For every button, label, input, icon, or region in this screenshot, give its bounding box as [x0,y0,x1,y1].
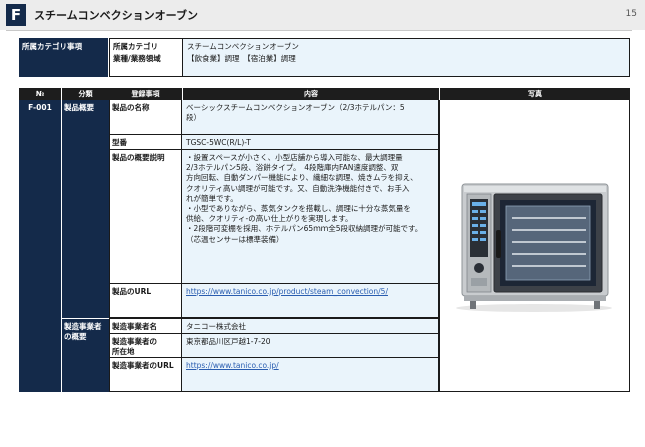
product-url-link[interactable]: https://www.tanico.co.jp/product/steam_c… [186,287,436,297]
page-number: 15 [625,9,637,19]
photo-cell [439,100,630,392]
row-key-product-url: 製品のURL [109,284,182,318]
maker-address-key-line: 所在地 [112,347,135,356]
row-key-model: 型番 [109,135,182,150]
group-maker-line2: の概要 [64,332,87,341]
description-line: れが簡単です。 [186,193,238,203]
header-classification: 分類 [62,88,109,100]
category-value: スチームコンベクションオーブン [183,38,630,52]
page-title: スチームコンベクションオーブン [34,9,199,22]
slide-header: F スチームコンベクションオーブン 15 [0,0,645,31]
row-value-description: ・設置スペースが小さく、小型店舗から導入可能な、最大調理量 2/3ホテルパン5段… [182,150,439,284]
description-line: ・設置スペースが小さく、小型店舗から導入可能な、最大調理量 [186,153,403,162]
header-divider [6,30,632,31]
steam-convection-oven-photo [456,183,612,312]
group-product: 製品概要 [62,100,109,318]
row-key-maker-name: 製造事業者名 [109,318,182,334]
group-maker-line1: 製造事業者 [64,322,102,331]
category-key: 所属カテゴリ [109,38,183,52]
header-no: № [19,88,61,100]
row-value-model: TGSC-5WC(R/L)-T [182,135,439,150]
header-content: 内容 [183,88,439,100]
row-value-maker-name: タニコー株式会社 [182,318,439,334]
description-line: （芯温センサーは標準装備） [186,234,284,244]
product-name-line: ベーシックスチームコンベクションオーブン（2/3ホテルパン：5 [186,103,405,112]
row-value-maker-address: 東京都品川区戸越1-7-20 [182,334,439,358]
row-key-product-name: 製品の名称 [109,100,182,135]
description-line: ・2段階可変棚を採用、ホテルパン65ｍｍ全5段収納調理が可能です。 [186,224,423,234]
row-key-description: 製品の概要説明 [109,150,182,284]
row-value-product-url: https://www.tanico.co.jp/product/steam_c… [182,284,439,318]
description-line: 供給、クオリティ-の高い仕上がりを実現します。 [186,214,353,224]
description-line: クオリティ高い調理が可能です。又、自動洗浄機能付きで、お手入 [186,183,410,193]
industry-row: 業種/業務領域 【飲食業】調理 【宿泊業】調理 [109,51,630,77]
description-line: 2/3ホテルパン5段、浴餅タイプ。 4段階庫内FAN速度調整、双 [186,163,399,173]
header-item: 登録事項 [109,88,182,100]
row-key-maker-url: 製造事業者のURL [109,358,182,392]
entry-number: F-001 [19,100,61,392]
row-value-product-name: ベーシックスチームコンベクションオーブン（2/3ホテルパン：5 段） [182,100,439,135]
category-row: 所属カテゴリ スチームコンベクションオーブン [109,38,630,52]
section-badge: F [6,4,26,26]
category-section-label: 所属カテゴリ事項 [19,38,108,77]
description-line: 方向回転、自動ダンパー機能により、繊細な調理、焼きムラを抑え、 [186,173,418,183]
row-key-maker-address: 製造事業者の 所在地 [109,334,182,358]
header-photo: 写真 [440,88,630,100]
group-maker: 製造事業者 の概要 [62,318,109,392]
maker-url-link[interactable]: https://www.tanico.co.jp/ [186,361,436,371]
industry-value: 【飲食業】調理 【宿泊業】調理 [183,51,630,77]
description-line: ・小型でありながら、蒸気タンクを搭載し、調理に十分な蒸気量を [186,204,411,214]
row-value-maker-url: https://www.tanico.co.jp/ [182,358,439,392]
product-name-line: 段） [186,113,201,123]
maker-address-key-line: 製造事業者の [112,337,157,346]
industry-key: 業種/業務領域 [109,51,183,77]
